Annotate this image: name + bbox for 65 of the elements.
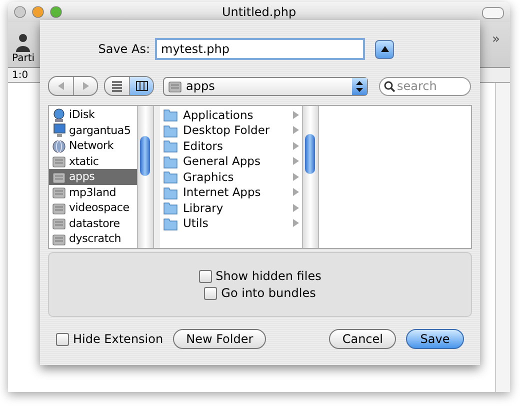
toolbar-overflow-button[interactable]: » [492, 32, 500, 47]
drive-icon [52, 216, 66, 230]
folder-item[interactable]: Editors [160, 138, 302, 154]
search-field[interactable]: search [379, 76, 471, 96]
filename-field[interactable]: mytest.php [155, 38, 365, 60]
search-icon [384, 80, 395, 92]
folder-item[interactable]: Applications [160, 107, 302, 122]
column-view-button[interactable] [129, 77, 153, 95]
folder-icon [163, 107, 178, 122]
checkbox[interactable]: Show hidden files [198, 269, 322, 283]
person-icon [15, 33, 32, 53]
zoom-button[interactable] [50, 6, 62, 18]
scrollbar[interactable] [302, 106, 318, 248]
updown-arrows-icon [356, 80, 363, 92]
drive-icon [52, 154, 66, 168]
list-icon [111, 80, 123, 92]
sidebar-item[interactable]: xtatic [49, 154, 138, 169]
scrollbar[interactable] [137, 106, 153, 248]
location-popup[interactable]: apps [163, 76, 368, 96]
folder-icon [163, 154, 178, 169]
checkbox[interactable]: Go into bundles [204, 286, 316, 300]
folder-item[interactable]: Utils [160, 216, 302, 231]
toolbar-toggle-button[interactable] [482, 7, 504, 19]
checkbox[interactable]: Hide Extension [56, 332, 164, 346]
folder-icon [163, 169, 178, 184]
folder-icon [163, 216, 178, 231]
sidebar-item[interactable]: gargantua5 [49, 122, 138, 138]
folder-item[interactable]: Library [160, 200, 302, 216]
sidebar-item[interactable]: apps [49, 169, 138, 184]
sidebar-item[interactable]: mp3land [49, 184, 138, 200]
right-triangle-icon [82, 82, 88, 90]
network-icon [52, 138, 66, 153]
minimize-button[interactable] [32, 6, 44, 18]
sidebar-item[interactable]: Network [49, 138, 138, 154]
toolbar-label: Parti [12, 53, 35, 64]
folder-icon [163, 184, 178, 200]
dialog-button[interactable]: New Folder [173, 329, 266, 349]
line-position: 1:0 [12, 70, 28, 80]
save-button[interactable]: Save [406, 329, 464, 349]
drive-icon [168, 79, 182, 93]
folder-icon [163, 122, 178, 138]
dialog-button[interactable]: Cancel [329, 329, 396, 349]
drive-icon [52, 232, 66, 246]
drive-icon [52, 200, 66, 215]
folder-item[interactable]: Desktop Folder [160, 122, 302, 138]
left-triangle-icon [58, 82, 64, 90]
folder-icon [163, 138, 178, 154]
close-button[interactable] [14, 6, 26, 18]
sidebar-item[interactable]: videospace [49, 200, 138, 216]
drive-icon [52, 185, 66, 200]
sidebar-item[interactable]: iDisk [49, 107, 138, 122]
folder-icon [163, 200, 178, 216]
disclosure-button[interactable] [375, 40, 394, 58]
columns-icon [136, 80, 148, 92]
editor-scrollbar[interactable] [495, 83, 510, 392]
folder-item[interactable]: Internet Apps [160, 184, 302, 200]
field-label: Save As: [97, 42, 150, 56]
sidebar-item[interactable]: dyscratch [49, 231, 138, 246]
idisk-icon [52, 108, 66, 122]
computer-icon [52, 123, 66, 138]
window-title: Untitled.php [222, 5, 296, 19]
folder-item[interactable]: Graphics [160, 169, 302, 184]
up-triangle-icon [380, 46, 388, 52]
folder-item[interactable]: General Apps [160, 154, 302, 169]
sidebar-item[interactable]: datastore [49, 216, 138, 231]
